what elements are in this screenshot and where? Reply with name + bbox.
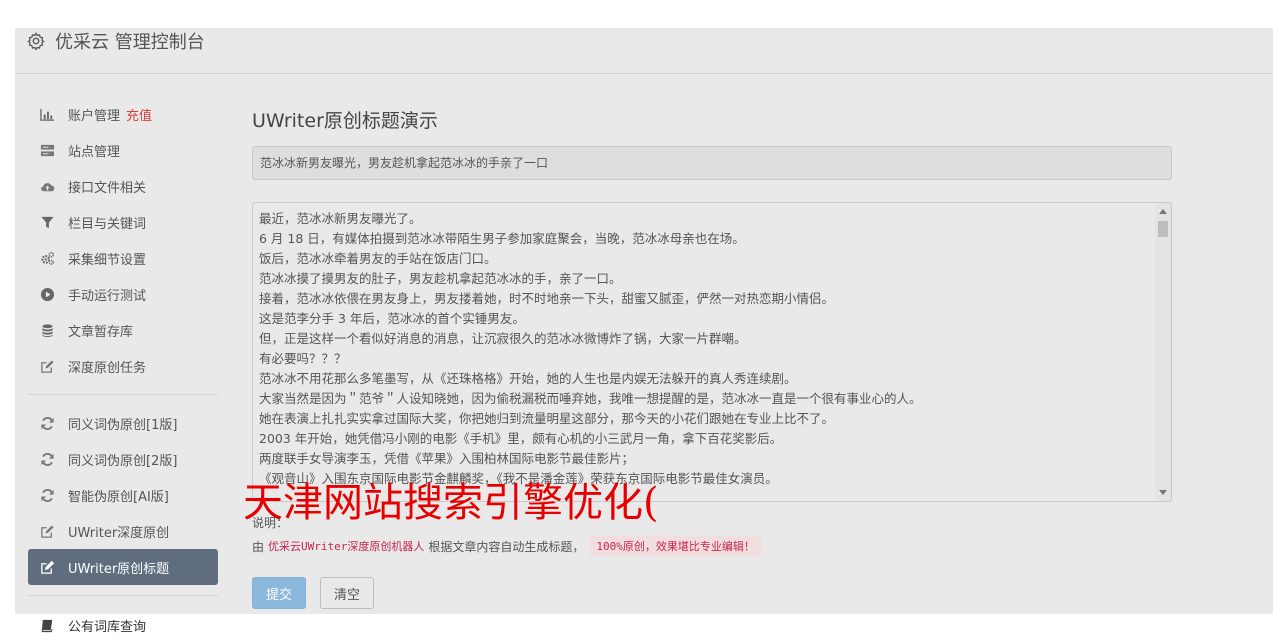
- brand[interactable]: 优采云 管理控制台: [27, 30, 205, 53]
- sidebar-item-label: UWriter原创标题: [68, 561, 170, 577]
- sidebar-item-uwriter-deep[interactable]: UWriter深度原创: [28, 513, 218, 549]
- sidebar-item-collect-settings[interactable]: 采集细节设置: [28, 240, 218, 276]
- database-icon: [39, 322, 55, 338]
- sidebar-item-deep-original-task[interactable]: 深度原创任务: [28, 348, 218, 384]
- sidebar-item-columns-keywords[interactable]: 栏目与关键词: [28, 204, 218, 240]
- article-line: 6 月 18 日，有媒体拍摄到范冰冰带陌生男子参加家庭聚会，当晚，范冰冰母亲也在…: [259, 231, 745, 246]
- article-line: 饭后，范冰冰牵着男友的手站在饭店门口。: [259, 251, 497, 266]
- filter-icon: [39, 214, 55, 230]
- sidebar-item-label: 手动运行测试: [68, 288, 147, 304]
- sidebar-divider: [28, 394, 218, 395]
- refresh-icon: [39, 487, 55, 503]
- refresh-icon: [39, 451, 55, 467]
- sidebar: 账户管理 充值 站点管理 接口文件相关 栏目与关键词 采集细节设置 手动运行测试…: [28, 96, 218, 606]
- article-text: 最近，范冰冰新男友曝光了。 6 月 18 日，有媒体拍摄到范冰冰带陌生男子参加家…: [259, 209, 1153, 489]
- clear-button[interactable]: 清空: [320, 577, 374, 609]
- article-textarea[interactable]: 最近，范冰冰新男友曝光了。 6 月 18 日，有媒体拍摄到范冰冰带陌生男子参加家…: [252, 202, 1172, 502]
- sidebar-item-article-store[interactable]: 文章暂存库: [28, 312, 218, 348]
- sidebar-item-label: UWriter深度原创: [68, 525, 170, 541]
- sidebar-item-manual-run[interactable]: 手动运行测试: [28, 276, 218, 312]
- note-highlight: 100%原创，效果堪比专业编辑！: [590, 536, 761, 556]
- sidebar-item-uwriter-title[interactable]: UWriter原创标题: [28, 549, 218, 585]
- article-line: 最近，范冰冰新男友曝光了。: [259, 211, 422, 226]
- form-actions: 提交 清空: [252, 577, 374, 609]
- sidebar-item-synonym-v2[interactable]: 同义词伪原创[2版]: [28, 441, 218, 477]
- sidebar-item-label: 账户管理: [68, 108, 121, 124]
- scroll-up-arrow-icon[interactable]: [1159, 209, 1167, 214]
- edit-icon: [39, 358, 55, 374]
- title-input[interactable]: 范冰冰新男友曝光，男友趁机拿起范冰冰的手亲了一口: [252, 146, 1172, 180]
- sidebar-item-label: 站点管理: [68, 144, 121, 160]
- article-line: 范冰冰不用花那么多笔墨写，从《还珠格格》开始，她的人生也是内娱无法躲开的真人秀连…: [259, 371, 797, 386]
- right-gutter: [1273, 28, 1286, 642]
- scrollbar-thumb[interactable]: [1158, 221, 1168, 237]
- gears-icon: [39, 250, 55, 266]
- note-line: 由 优采云UWriter深度原创机器人 根据文章内容自动生成标题， 100%原创…: [252, 536, 761, 556]
- article-line: 大家当然是因为＂范爷＂人设知晓她，因为偷税漏税而唾弃她，我唯一想提醒的是，范冰冰…: [259, 391, 922, 406]
- sidebar-item-sites[interactable]: 站点管理: [28, 132, 218, 168]
- sidebar-item-label: 采集细节设置: [68, 252, 147, 268]
- article-line: 2003 年开始，她凭借冯小刚的电影《手机》里，颇有心机的小三武月一角，拿下百花…: [259, 431, 783, 446]
- sidebar-item-label: 智能伪原创[AI版]: [68, 489, 169, 505]
- sidebar-item-label: 文章暂存库: [68, 324, 134, 340]
- textarea-scrollbar[interactable]: [1155, 203, 1171, 501]
- sidebar-item-label: 栏目与关键词: [68, 216, 147, 232]
- bar-chart-icon: [39, 106, 55, 122]
- sidebar-item-label: 公有词库查询: [68, 619, 147, 635]
- article-line: 她在表演上扎扎实实拿过国际大奖，你把她归到流量明星这部分，那今天的小花们跟她在专…: [259, 411, 835, 426]
- uwriter-robot-link[interactable]: 优采云UWriter深度原创机器人: [268, 538, 424, 554]
- sidebar-item-public-lexicon[interactable]: 公有词库查询: [40, 614, 146, 636]
- sidebar-item-account[interactable]: 账户管理 充值: [28, 96, 218, 132]
- book-icon: [40, 617, 56, 633]
- sidebar-item-label: 深度原创任务: [68, 360, 147, 376]
- edit-icon: [39, 523, 55, 539]
- article-line: 接着，范冰冰依偎在男友身上，男友搂着她，时不时地亲一下头，甜蜜又腻歪，俨然一对热…: [259, 291, 835, 306]
- page-title: UWriter原创标题演示: [252, 110, 438, 132]
- header: 优采云 管理控制台: [15, 28, 1273, 74]
- play-circle-icon: [39, 286, 55, 302]
- cloud-upload-icon: [39, 178, 55, 194]
- main-content: UWriter原创标题演示 范冰冰新男友曝光，男友趁机拿起范冰冰的手亲了一口 最…: [252, 106, 1172, 502]
- sidebar-item-label: 同义词伪原创[2版]: [68, 453, 178, 469]
- edit-icon: [39, 559, 55, 575]
- note-mid: 根据文章内容自动生成标题，: [428, 539, 585, 554]
- sidebar-item-label: 同义词伪原创[1版]: [68, 417, 178, 433]
- sidebar-divider: [28, 595, 218, 596]
- article-line: 有必要吗？？？: [259, 351, 347, 366]
- scroll-down-arrow-icon[interactable]: [1159, 490, 1167, 495]
- gear-icon: [27, 32, 45, 50]
- article-line: 两度联手女导演李玉，凭借《苹果》入围柏林国际电影节最佳影片；: [259, 451, 635, 466]
- app-title: 优采云 管理控制台: [55, 32, 205, 53]
- submit-button[interactable]: 提交: [252, 577, 306, 609]
- sidebar-item-synonym-v1[interactable]: 同义词伪原创[1版]: [28, 405, 218, 441]
- note-prefix: 由: [252, 539, 265, 554]
- article-line: 但，正是这样一个看似好消息的消息，让沉寂很久的范冰冰微博炸了锅，大家一片群嘲。: [259, 331, 747, 346]
- sidebar-item-smart-ai[interactable]: 智能伪原创[AI版]: [28, 477, 218, 513]
- server-icon: [39, 142, 55, 158]
- article-line: 这是范李分手 3 年后，范冰冰的首个实锤男友。: [259, 311, 525, 326]
- watermark-overlay-text: 天津网站搜索引擎优化(: [243, 480, 659, 526]
- recharge-link[interactable]: 充值: [126, 105, 152, 124]
- sidebar-item-label: 接口文件相关: [68, 180, 147, 196]
- refresh-icon: [39, 415, 55, 431]
- top-strip: [0, 0, 1286, 28]
- sidebar-item-interface-files[interactable]: 接口文件相关: [28, 168, 218, 204]
- article-line: 范冰冰摸了摸男友的肚子，男友趁机拿起范冰冰的手，亲了一口。: [259, 271, 622, 286]
